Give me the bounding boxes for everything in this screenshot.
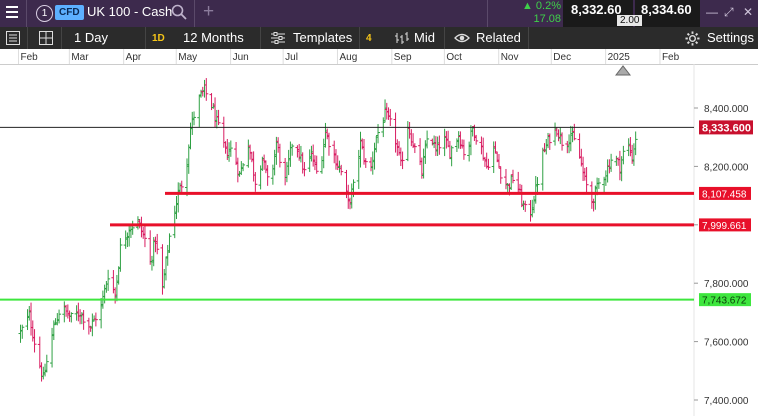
x-tick-label: 2025 [608,52,631,63]
divider [61,27,62,49]
minimize-icon[interactable]: — [706,5,718,19]
divider [27,27,28,49]
y-tick-label: 8,400.000 [704,104,749,115]
line-price-label: 7,999.661 [702,221,747,232]
x-tick-label: Nov [501,52,519,63]
x-tick-label: Apr [126,52,142,63]
divider [487,0,488,27]
ohlc-bar [197,94,202,127]
ohlc-bar [277,143,282,168]
ohlc-bar [326,132,331,156]
y-tick-label: 8,200.000 [704,162,749,173]
price-type-selector[interactable]: Mid [414,30,435,45]
y-tick-label: 7,600.000 [704,338,749,349]
settings-button[interactable]: Settings [707,30,754,45]
divider [26,0,27,27]
templates-button[interactable]: Templates [293,30,352,45]
ohlc-bar [253,172,258,192]
divider [444,27,445,49]
chart-toolbar: 1 Day 12 Months Templates Mid Related Se… [0,27,758,49]
divider [260,27,261,49]
layout-grid-icon[interactable] [39,31,53,45]
x-tick-label: Aug [339,52,357,63]
x-tick-label: Dec [553,52,571,63]
sell-price: 8,332.60 [571,2,622,17]
x-tick-label: Oct [446,52,462,63]
buy-price: 8,334.60 [641,2,692,17]
event-marker-icon [614,65,632,76]
price-bars-icon[interactable] [394,31,410,45]
y-tick-label: 7,400.000 [704,396,749,407]
instrument-type-badge: CFD [55,5,84,20]
add-tab-button[interactable]: + [203,1,214,23]
eye-icon[interactable] [454,31,470,45]
ohlc-bar [498,166,503,184]
x-tick-label: Mar [71,52,89,63]
top-bar: 1 CFD UK 100 - Cash + ▲ 0.2% 17.08 8,332… [0,0,758,27]
divider [528,27,529,49]
spread-value: 2.00 [617,15,643,26]
ohlc-bar [540,147,545,191]
current-price-label: 8,333.600 [702,122,751,134]
instrument-name[interactable]: UK 100 - Cash [87,4,172,19]
buy-button[interactable]: 8,334.60 [635,0,700,27]
close-icon[interactable]: ✕ [743,5,753,19]
x-tick-label: Jul [285,52,298,63]
x-tick-label: Feb [21,52,39,63]
interval-selector[interactable]: 1 Day [74,30,108,45]
time-axis: Feb Mar Apr May Jun Jul Aug Sep Oct Nov Dec 2025 Feb [0,49,758,65]
line-price-label: 8,107.458 [702,189,747,200]
list-icon[interactable] [6,31,20,45]
x-tick-label: Feb [662,52,680,63]
link-group-badge[interactable]: 1 [36,5,53,22]
interval-badge: 1D [152,33,165,44]
x-tick-label: Jun [233,52,249,63]
maximize-icon[interactable]: ⤢ [724,5,734,20]
divider [194,0,195,27]
menu-icon[interactable] [6,6,18,20]
range-selector[interactable]: 12 Months [183,30,244,45]
gear-icon[interactable] [685,31,700,46]
price-chart[interactable]: 7,400.0007,600.0007,800.0008,000.0008,20… [0,64,758,416]
x-tick-label: Sep [394,52,412,63]
templates-count-badge: 4 [366,33,372,44]
time-axis-labels: Feb Mar Apr May Jun Jul Aug Sep Oct Nov Dec 2025 Feb [18,49,680,64]
divider [359,27,360,49]
search-icon[interactable] [171,4,187,20]
related-button[interactable]: Related [476,30,521,45]
divider [145,27,146,49]
change-percent: ▲ 0.2% [521,0,561,12]
ohlc-bar [93,312,98,327]
line-price-label: 7,743.672 [702,296,747,307]
y-tick-label: 7,800.000 [704,279,749,290]
templates-icon[interactable] [270,31,286,45]
change-points: 17.08 [533,13,561,25]
x-tick-label: May [178,52,197,63]
